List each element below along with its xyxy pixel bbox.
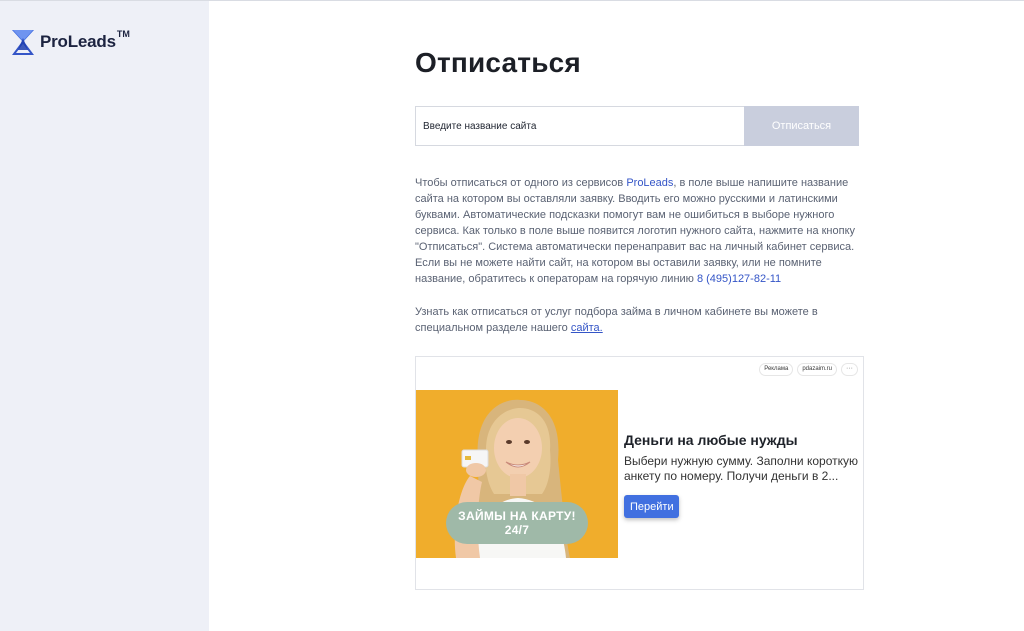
- unsubscribe-form: Отписаться: [415, 106, 859, 146]
- ad-menu-icon[interactable]: ···: [841, 363, 858, 376]
- ad-domain[interactable]: pdazaim.ru: [797, 363, 837, 376]
- ad-headline[interactable]: Деньги на любые нужды: [624, 432, 798, 448]
- page-title: Отписаться: [415, 47, 581, 78]
- logo[interactable]: ProLeads TM: [10, 28, 130, 56]
- brand-name: ProLeads: [40, 32, 116, 51]
- ad-label: Реклама: [759, 363, 794, 376]
- loan-info-label: Узнать как отписаться от услуг подбора з…: [415, 306, 818, 334]
- ad-go-button[interactable]: Перейти: [624, 495, 679, 518]
- instructions-text: Чтобы отписаться от одного из сервисов P…: [415, 175, 867, 287]
- ad-banner[interactable]: Реклама pdazaim.ru ··· ЗАЙМЫ НА КАРТУ! 2…: [415, 356, 864, 590]
- ad-badge: ЗАЙМЫ НА КАРТУ! 24/7: [446, 502, 588, 544]
- site-name-input[interactable]: [415, 106, 744, 146]
- unsubscribe-button[interactable]: Отписаться: [744, 106, 859, 146]
- ad-badge-line-1: ЗАЙМЫ НА КАРТУ!: [458, 509, 576, 523]
- ad-badge-line-2: 24/7: [504, 523, 530, 537]
- ad-image[interactable]: ЗАЙМЫ НА КАРТУ! 24/7: [416, 390, 618, 558]
- instructions-part-2: , в поле выше напишите название сайта на…: [415, 177, 856, 285]
- trademark: TM: [116, 29, 130, 39]
- loan-info-text: Узнать как отписаться от услуг подбора з…: [415, 304, 867, 336]
- proleads-link[interactable]: ProLeads: [626, 177, 673, 189]
- sidebar: ProLeads TM: [0, 1, 209, 631]
- ad-text: Выбери нужную сумму. Заполни короткую ан…: [624, 454, 858, 483]
- instructions-part-1: Чтобы отписаться от одного из сервисов: [415, 177, 627, 189]
- site-link[interactable]: сайта.: [571, 322, 603, 334]
- hourglass-logo-icon: [12, 30, 34, 55]
- hotline-phone-link[interactable]: 8 (495)127-82-11: [697, 273, 781, 285]
- ad-meta: Реклама pdazaim.ru ···: [759, 363, 858, 376]
